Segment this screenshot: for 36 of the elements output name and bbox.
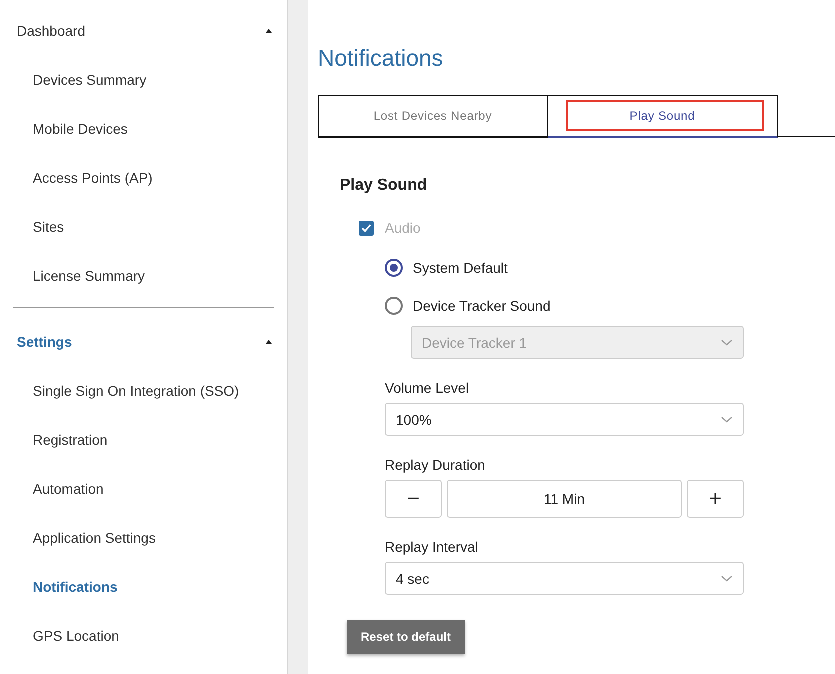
field-label: Replay Interval bbox=[385, 539, 480, 555]
reset-button[interactable]: Reset to default bbox=[347, 620, 466, 654]
tab[interactable]: Play Sound bbox=[548, 95, 778, 138]
dropdown[interactable]: 4 sec bbox=[385, 562, 744, 595]
sidebar-item[interactable]: Registration bbox=[13, 429, 108, 478]
tab[interactable]: Lost Devices Nearby bbox=[318, 95, 548, 138]
sidebar-item[interactable]: Sites bbox=[13, 216, 64, 266]
sidebar-item[interactable]: License Summary bbox=[13, 265, 146, 314]
sidebar-group-header[interactable]: Settings bbox=[13, 331, 274, 352]
sidebar-item[interactable]: GPS Location bbox=[13, 625, 120, 674]
sidebar-item[interactable]: Mobile Devices bbox=[13, 118, 128, 168]
sidebar-item[interactable]: Notifications bbox=[13, 576, 118, 625]
caret-icon bbox=[266, 340, 272, 344]
field-label: Volume Level bbox=[385, 380, 470, 396]
sidebar-item[interactable]: Automation bbox=[13, 478, 104, 528]
sidebar-item[interactable]: Devices Summary bbox=[13, 69, 147, 118]
radio-button[interactable] bbox=[385, 259, 403, 277]
section-title: Play Sound bbox=[340, 177, 428, 195]
duration-field[interactable]: 11 Min bbox=[447, 480, 682, 518]
radio-button[interactable] bbox=[385, 297, 403, 315]
chevron-down-icon bbox=[721, 338, 733, 346]
sidebar-group-header[interactable]: Dashboard bbox=[13, 20, 274, 42]
dropdown[interactable]: 100% bbox=[385, 403, 744, 436]
chevron-down-icon bbox=[721, 416, 733, 424]
sidebar-item[interactable]: Single Sign On Integration (SSO) bbox=[13, 380, 240, 430]
page-title: Notifications bbox=[318, 45, 444, 72]
caret-icon bbox=[266, 28, 272, 33]
sidebar-item[interactable]: Access Points (AP) bbox=[13, 167, 153, 216]
checkbox-label: Audio bbox=[385, 220, 421, 236]
field-label: Replay Duration bbox=[385, 457, 486, 473]
sidebar-item[interactable]: Application Settings bbox=[13, 527, 156, 576]
increment-button[interactable]: + bbox=[687, 480, 744, 518]
radio-label: Device Tracker Sound bbox=[413, 298, 551, 314]
chevron-down-icon bbox=[721, 574, 733, 582]
decrement-button[interactable]: − bbox=[385, 480, 442, 518]
radio-label: System Default bbox=[413, 260, 508, 276]
